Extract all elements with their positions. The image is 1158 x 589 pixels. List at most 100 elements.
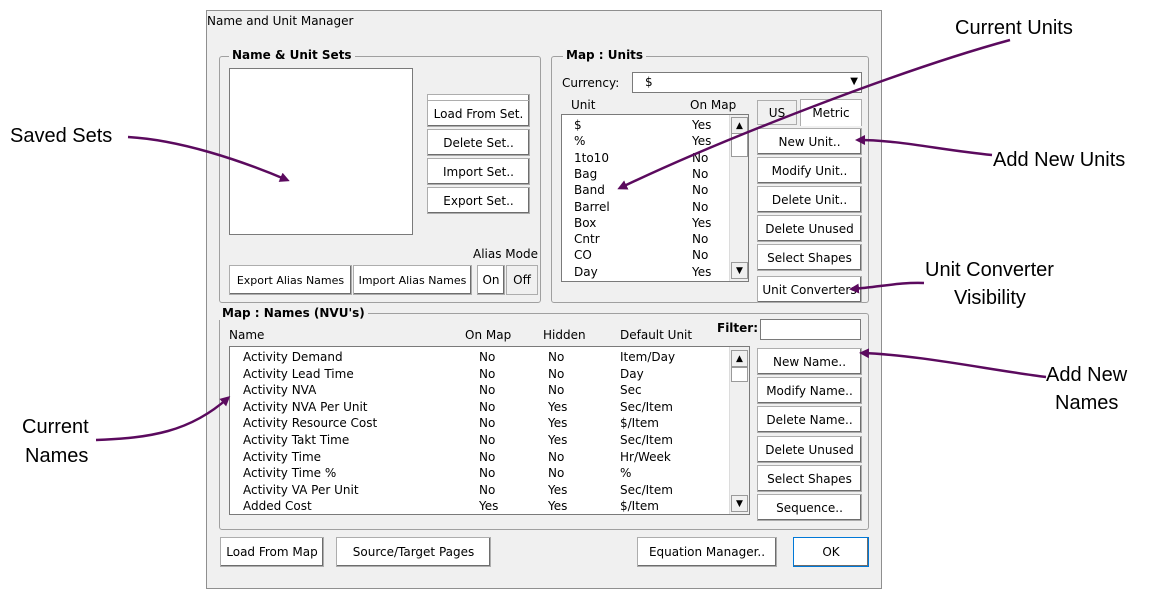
name-row-on-map: No xyxy=(479,482,496,497)
name-row-name: Activity Resource Cost xyxy=(243,416,378,431)
name-row[interactable]: Activity NVA Per Unit No Yes Sec/Item xyxy=(230,399,749,416)
name-row-name: Activity Demand xyxy=(243,350,343,364)
source-target-pages-button[interactable]: Source/Target Pages xyxy=(336,537,491,567)
name-row-on-map: No xyxy=(479,416,496,431)
unit-row-unit: 1to10 xyxy=(574,150,609,165)
export-alias-names-button[interactable]: Export Alias Names xyxy=(229,265,352,295)
map-names-legend: Map : Names (NVU's) xyxy=(219,306,368,320)
unit-row-unit: Box xyxy=(574,215,597,230)
annotation-saved-sets: Saved Sets xyxy=(10,125,113,147)
select-shapes-names-button[interactable]: Select Shapes xyxy=(757,465,862,492)
name-row[interactable]: Activity Lead Time No No Day xyxy=(230,366,749,383)
name-row[interactable]: Activity Time % No No% xyxy=(230,465,749,482)
equation-manager-button[interactable]: Equation Manager.. xyxy=(637,537,777,567)
load-from-set-button[interactable]: Load From Set. xyxy=(427,100,530,127)
delete-unused-names-button[interactable]: Delete Unused xyxy=(757,436,862,463)
ok-button[interactable]: OK xyxy=(793,537,869,567)
unit-row[interactable]: Cntr No xyxy=(562,231,748,248)
dropdown-arrow-icon[interactable]: ▼ xyxy=(850,76,858,87)
annotation-current-units: Current Units xyxy=(955,17,1073,39)
unit-row[interactable]: 1to10 No xyxy=(562,150,748,167)
new-unit-button[interactable]: New Unit.. xyxy=(757,128,862,155)
filter-input[interactable] xyxy=(760,319,861,340)
scroll-thumb[interactable] xyxy=(731,367,748,382)
unit-row[interactable]: Bag No xyxy=(562,166,748,183)
unit-row-on-map: No xyxy=(692,232,709,247)
name-row-hidden: Yes xyxy=(548,416,568,431)
name-unit-sets-legend: Name & Unit Sets xyxy=(229,48,355,62)
name-row-hidden: No xyxy=(548,350,565,364)
currency-value: $ xyxy=(645,75,653,89)
unit-row-on-map: Yes xyxy=(692,118,712,132)
export-set-button[interactable]: Export Set.. xyxy=(427,187,530,214)
unit-converters-button[interactable]: Unit Converters xyxy=(757,276,862,303)
unit-row-unit: CO xyxy=(574,248,592,263)
filter-label: Filter: xyxy=(717,321,759,335)
names-scrollbar[interactable]: ▲ ▼ xyxy=(729,347,749,514)
name-row-unit: Hr/Week xyxy=(620,449,671,464)
modify-unit-button[interactable]: Modify Unit.. xyxy=(757,157,862,184)
unit-row[interactable]: Day Yes xyxy=(562,264,748,281)
delete-name-button[interactable]: Delete Name.. xyxy=(757,406,862,433)
name-row-unit: Day xyxy=(620,366,644,381)
unit-row[interactable]: Box Yes xyxy=(562,215,748,232)
delete-unit-button[interactable]: Delete Unit.. xyxy=(757,186,862,213)
name-row-name: Activity NVA Per Unit xyxy=(243,399,368,414)
scroll-thumb[interactable] xyxy=(731,133,748,157)
name-row[interactable]: Activity Demand No No Item/Day xyxy=(230,349,749,366)
name-row-on-map: No xyxy=(479,350,496,364)
tab-metric[interactable]: Metric xyxy=(800,99,862,126)
select-shapes-units-button[interactable]: Select Shapes xyxy=(757,244,862,271)
annotation-add-new-names-1: Add New xyxy=(1046,364,1128,386)
name-row[interactable]: Activity VA Per Unit No Yes Sec/Item xyxy=(230,482,749,499)
load-from-map-button[interactable]: Load From Map xyxy=(220,537,324,567)
alias-on-button[interactable]: On xyxy=(477,265,505,295)
name-row-hidden: No xyxy=(548,383,565,398)
unit-row[interactable]: Band No xyxy=(562,182,748,199)
unit-row-on-map: No xyxy=(692,183,709,198)
name-row-on-map: No xyxy=(479,399,496,414)
unit-row-unit: Cntr xyxy=(574,232,600,247)
scroll-up-icon[interactable]: ▲ xyxy=(731,117,748,134)
saved-sets-list[interactable] xyxy=(229,68,413,235)
name-row[interactable]: Activity Takt Time No Yes Sec/Item xyxy=(230,432,749,449)
units-list[interactable]: $ Yes% Yes 1to10 No Bag No Band No Barrel No Box Yes… xyxy=(561,114,749,282)
units-scrollbar[interactable]: ▲ ▼ xyxy=(729,115,748,281)
alias-off-button[interactable]: Off xyxy=(506,265,538,295)
name-row-hidden: Yes xyxy=(548,399,568,414)
import-alias-names-button[interactable]: Import Alias Names xyxy=(353,265,472,295)
name-row-hidden: No xyxy=(548,466,565,481)
name-row[interactable]: Added Cost Yes Yes $/Item xyxy=(230,498,749,514)
import-set-button[interactable]: Import Set.. xyxy=(427,158,530,185)
name-row-name: Activity NVA xyxy=(243,383,317,398)
names-col-name: Name xyxy=(229,328,265,342)
unit-row[interactable]: % Yes xyxy=(562,133,748,150)
name-row[interactable]: Activity NVA No No Sec xyxy=(230,382,749,399)
name-row[interactable]: Activity Time No No Hr/Week xyxy=(230,449,749,466)
delete-unused-units-button[interactable]: Delete Unused xyxy=(757,215,862,242)
new-name-button[interactable]: New Name.. xyxy=(757,348,862,375)
unit-row[interactable]: Barrel No xyxy=(562,199,748,216)
scroll-down-icon[interactable]: ▼ xyxy=(731,262,748,279)
unit-row[interactable]: CO No xyxy=(562,247,748,264)
name-row-hidden: No xyxy=(548,366,565,381)
unit-row-on-map: No xyxy=(692,150,709,165)
scroll-down-icon[interactable]: ▼ xyxy=(731,495,748,512)
names-col-hidden: Hidden xyxy=(543,328,586,342)
unit-row-unit: Barrel xyxy=(574,199,610,214)
unit-row[interactable]: $ Yes xyxy=(562,117,748,134)
names-list[interactable]: Activity Demand No No Item/Day Activity Lead… xyxy=(229,346,750,515)
currency-select[interactable]: $ ▼ xyxy=(632,72,862,93)
name-row[interactable]: Activity Resource Cost No Yes $/Item xyxy=(230,415,749,432)
units-col-on-map: On Map xyxy=(690,98,737,112)
modify-name-button[interactable]: Modify Name.. xyxy=(757,377,862,404)
unit-row-unit: Band xyxy=(574,183,605,198)
delete-set-button[interactable]: Delete Set.. xyxy=(427,129,530,156)
tab-us[interactable]: US xyxy=(757,100,797,125)
name-row-name: Activity VA Per Unit xyxy=(243,482,359,497)
name-row-name: Activity Time % xyxy=(243,466,337,481)
scroll-up-icon[interactable]: ▲ xyxy=(731,350,748,367)
unit-row-on-map: No xyxy=(692,166,709,181)
sequence-button[interactable]: Sequence.. xyxy=(757,494,862,521)
name-row-name: Activity Time xyxy=(243,449,322,464)
